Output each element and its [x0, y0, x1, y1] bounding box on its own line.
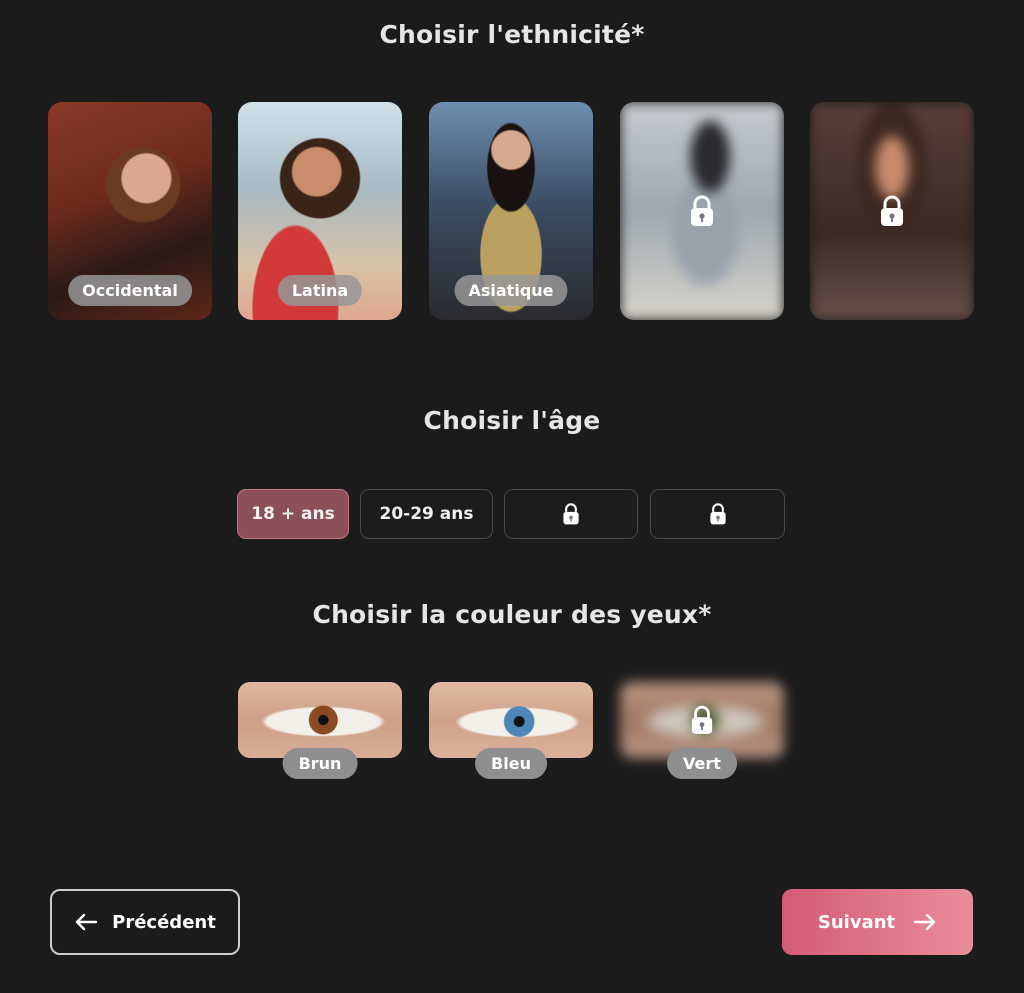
age-title: Choisir l'âge [423, 406, 601, 435]
age-option-locked-1[interactable] [504, 489, 638, 539]
age-option-20-29[interactable]: 20-29 ans [360, 489, 493, 539]
previous-button-label: Précédent [112, 911, 216, 933]
ethnicity-title: Choisir l'ethnicité* [379, 20, 645, 49]
eye-photo [238, 682, 402, 758]
next-button[interactable]: Suivant [782, 889, 973, 955]
eye-color-title: Choisir la couleur des yeux* [312, 600, 712, 629]
eye-label: Vert [667, 748, 737, 779]
ethnicity-label: Latina [277, 275, 363, 306]
ethnicity-label: Asiatique [454, 275, 568, 306]
lock-icon [563, 503, 579, 525]
lock-icon [691, 195, 713, 226]
ethnicity-option-latina[interactable]: Latina [238, 102, 402, 320]
lock-icon [709, 503, 726, 525]
eye-label: Bleu [475, 748, 547, 779]
eye-option-brun[interactable]: Brun [238, 682, 402, 779]
lock-icon [881, 195, 903, 226]
next-button-label: Suivant [817, 911, 896, 933]
lock-icon [691, 705, 713, 734]
ethnicity-option-asiatique[interactable]: Asiatique [429, 102, 593, 320]
eye-option-vert[interactable]: Vert [620, 682, 784, 779]
arrow-right-icon [913, 913, 936, 931]
arrow-left-icon [75, 913, 98, 931]
ethnicity-option-locked-1[interactable] [620, 102, 784, 320]
ethnicity-label: Occidental [68, 275, 192, 306]
ethnicity-option-occidental[interactable]: Occidental [48, 102, 212, 320]
eye-label: Brun [282, 748, 358, 779]
age-option-locked-2[interactable] [650, 489, 785, 539]
eye-option-bleu[interactable]: Bleu [429, 682, 593, 779]
age-option-label: 20-29 ans [379, 504, 474, 524]
previous-button[interactable]: Précédent [50, 889, 240, 955]
ethnicity-option-locked-2[interactable] [810, 102, 974, 320]
age-option-label: 18 + ans [251, 504, 335, 524]
age-option-18-plus[interactable]: 18 + ans [237, 489, 349, 539]
eye-photo [429, 682, 593, 758]
